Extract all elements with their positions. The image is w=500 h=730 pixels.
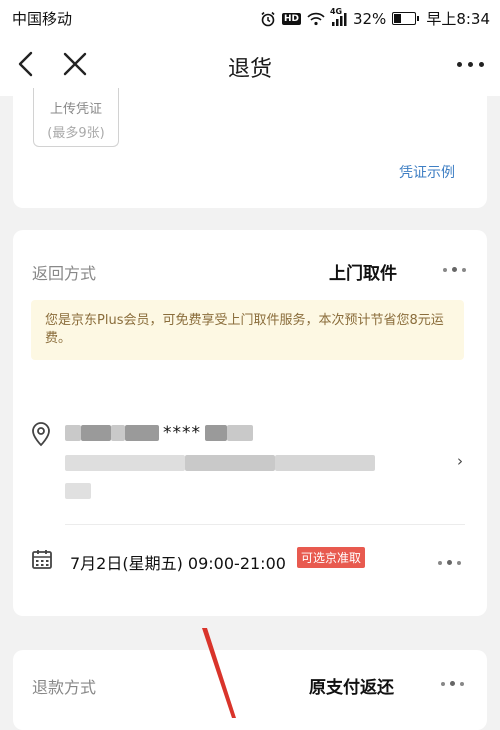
blurred-text (185, 455, 275, 471)
more-icon[interactable] (457, 62, 484, 67)
pickup-tag-badge: 可选京准取 (297, 547, 366, 568)
blurred-text (65, 483, 91, 499)
blurred-text (205, 425, 227, 441)
more-icon[interactable] (438, 560, 461, 565)
blurred-text (81, 425, 111, 441)
page-title: 退货 (227, 57, 272, 82)
refund-method-value[interactable]: 原支付返还 (309, 673, 394, 698)
carrier-label: 中国移动 (12, 10, 73, 28)
refund-method-card: 退款方式 原支付返还 (13, 650, 487, 730)
masked-phone: **** (163, 423, 201, 443)
upload-hint: (最多9张) (47, 126, 105, 141)
return-method-card: 返回方式 上门取件 您是京东Plus会员，可免费享受上门取件服务，本次预计节省您… (13, 230, 487, 616)
pickup-contact[interactable]: **** (65, 423, 253, 443)
more-icon[interactable] (441, 681, 464, 686)
divider (65, 524, 465, 525)
battery-percent: 32% (352, 9, 387, 28)
status-bar: 中国移动 HD 4G 32% 早上8:34 (0, 0, 500, 34)
upload-label: 上传凭证 (49, 102, 102, 117)
blurred-text (111, 425, 125, 441)
blurred-text (65, 425, 81, 441)
signal-icon: 4G (330, 7, 347, 26)
hd-icon: HD (281, 12, 301, 25)
upload-evidence-button[interactable]: 上传凭证 (最多9张) (33, 88, 119, 147)
blurred-text (227, 425, 253, 441)
battery-icon (392, 12, 420, 25)
wifi-icon (307, 12, 325, 26)
pickup-address-line[interactable] (65, 483, 91, 499)
blurred-text (125, 425, 159, 441)
blurred-text (275, 455, 375, 471)
upload-evidence-card: 上传凭证 (最多9张) 凭证示例 (13, 80, 487, 208)
more-icon[interactable] (443, 267, 466, 272)
alarm-icon (260, 11, 276, 27)
clock: 早上8:34 (426, 10, 490, 28)
network-type-label: 4G (329, 6, 343, 16)
location-pin-icon (30, 421, 52, 447)
blurred-text (65, 455, 185, 471)
evidence-example-link[interactable]: 凭证示例 (399, 162, 455, 182)
plus-member-notice: 您是京东Plus会员，可免费享受上门取件服务，本次预计节省您8元运费。 (31, 300, 464, 360)
calendar-icon (31, 548, 53, 570)
pickup-address-line[interactable] (65, 455, 375, 471)
return-method-value[interactable]: 上门取件 (329, 259, 397, 284)
return-method-label: 返回方式 (32, 264, 97, 283)
pickup-time[interactable]: 7月2日(星期五) 09:00-21:00 (70, 550, 286, 574)
refund-method-label: 退款方式 (32, 678, 97, 697)
status-icons: HD 4G 32% 早上8:34 (260, 7, 490, 29)
annotation-arrow-icon (202, 628, 236, 718)
chevron-right-icon[interactable]: › (457, 452, 463, 470)
